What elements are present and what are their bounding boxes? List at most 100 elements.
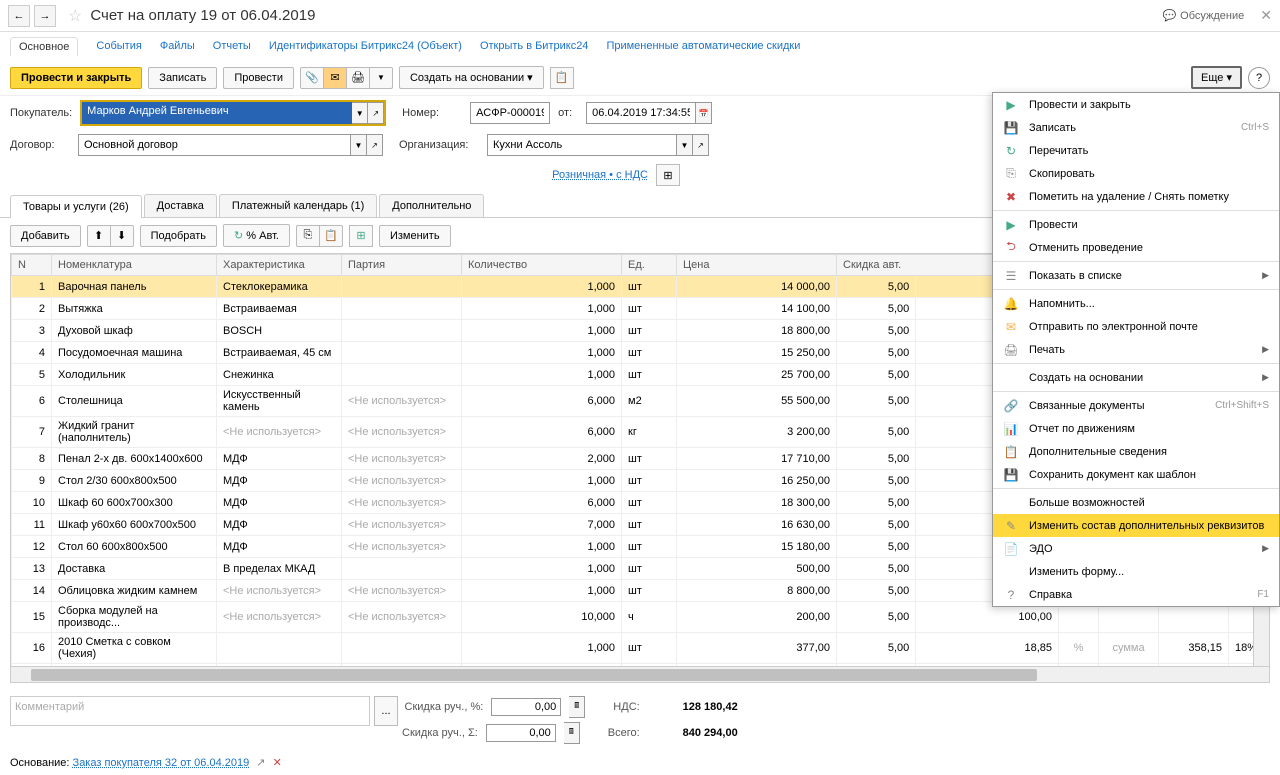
col-party[interactable]: Партия (342, 255, 462, 276)
date-picker-icon[interactable]: 📅 (696, 102, 712, 124)
col-nom[interactable]: Номенклатура (52, 255, 217, 276)
move-up-icon[interactable]: ⬆ (87, 225, 111, 247)
copy-icon[interactable]: ⎘ (296, 225, 320, 247)
menu-item[interactable]: Изменить форму... (993, 560, 1279, 583)
save-button[interactable]: Записать (148, 67, 217, 89)
help-button[interactable]: ? (1248, 67, 1270, 89)
hscrollbar[interactable] (11, 666, 1269, 682)
print-icon[interactable]: 🖨 (346, 67, 370, 89)
menu-item[interactable]: ⎘Скопировать (993, 162, 1279, 185)
org-dd[interactable]: ▼ (677, 134, 693, 156)
disc-sum-field[interactable] (486, 724, 556, 742)
org-open[interactable]: ↗ (693, 134, 709, 156)
disc-pct-label: Скидка руч., %: (405, 701, 484, 713)
contract-dd[interactable]: ▼ (351, 134, 367, 156)
link-files[interactable]: Файлы (160, 40, 195, 52)
move-down-icon[interactable]: ⬇ (110, 225, 134, 247)
tab-main[interactable]: Основное (10, 37, 78, 56)
disc-pct-field[interactable] (491, 698, 561, 716)
contract-field[interactable] (78, 134, 351, 156)
tab-goods[interactable]: Товары и услуги (26) (10, 195, 142, 218)
menu-item[interactable]: 📊Отчет по движениям (993, 417, 1279, 440)
post-close-button[interactable]: Провести и закрыть (10, 67, 142, 89)
discuss-label[interactable]: Обсуждение (1180, 10, 1244, 22)
menu-item[interactable]: ?СправкаF1 (993, 583, 1279, 606)
col-char[interactable]: Характеристика (217, 255, 342, 276)
comment-expand[interactable]: ... (374, 696, 398, 726)
menu-item[interactable]: ✉Отправить по электронной почте (993, 315, 1279, 338)
menu-item[interactable]: ☰Показать в списке▶ (993, 264, 1279, 287)
link-bitrix-open[interactable]: Открыть в Битрикс24 (480, 40, 589, 52)
disc-pct-calc[interactable]: 🖩 (569, 696, 585, 718)
buyer-dd[interactable]: ▼ (352, 102, 368, 124)
tab-delivery[interactable]: Доставка (144, 194, 217, 217)
menu-item[interactable]: 💾ЗаписатьCtrl+S (993, 116, 1279, 139)
tab-payment[interactable]: Платежный календарь (1) (219, 194, 377, 217)
menu-item[interactable]: 📄ЭДО▶ (993, 537, 1279, 560)
col-qty[interactable]: Количество (462, 255, 622, 276)
back-button[interactable]: ← (8, 5, 30, 27)
change-button[interactable]: Изменить (379, 225, 451, 247)
basis-open-icon[interactable]: ↗ (256, 757, 265, 769)
forward-button[interactable]: → (34, 5, 56, 27)
link-reports[interactable]: Отчеты (213, 40, 251, 52)
print-dd[interactable]: ▼ (369, 67, 393, 89)
menu-item[interactable]: 💾Сохранить документ как шаблон (993, 463, 1279, 486)
post-button[interactable]: Провести (223, 67, 294, 89)
disc-sum-calc[interactable]: 🖩 (564, 722, 580, 744)
buyer-open[interactable]: ↗ (368, 102, 384, 124)
menu-item[interactable]: ↻Перечитать (993, 139, 1279, 162)
link-events[interactable]: События (96, 40, 141, 52)
menu-item[interactable]: 📋Дополнительные сведения (993, 440, 1279, 463)
menu-item[interactable]: Создать на основании▶ (993, 366, 1279, 389)
menu-item[interactable]: ✖Пометить на удаление / Снять пометку (993, 185, 1279, 208)
menu-item[interactable]: ✎Изменить состав дополнительных реквизит… (993, 514, 1279, 537)
contract-open[interactable]: ↗ (367, 134, 383, 156)
close-icon[interactable]: ✕ (1260, 7, 1272, 24)
table-row[interactable]: 162010 Сметка с совком (Чехия)1,000шт377… (12, 633, 1269, 664)
comment-field[interactable]: Комментарий (10, 696, 370, 726)
template-icon[interactable]: 📋 (550, 67, 574, 89)
col-n[interactable]: N (12, 255, 52, 276)
discuss-icon[interactable]: 💬 (1162, 9, 1176, 22)
menu-item[interactable]: 🔗Связанные документыCtrl+Shift+S (993, 394, 1279, 417)
paste-icon[interactable]: 📋 (319, 225, 343, 247)
menu-item[interactable]: 🔔Напомнить... (993, 292, 1279, 315)
col-price[interactable]: Цена (677, 255, 837, 276)
org-field[interactable] (487, 134, 677, 156)
menu-item[interactable]: ▶Провести и закрыть (993, 93, 1279, 116)
mail-icon[interactable]: ✉ (323, 67, 347, 89)
basis-clear-icon[interactable]: ✕ (273, 757, 282, 769)
attach-icon[interactable]: 📎 (300, 67, 324, 89)
auto-disc-button[interactable]: ↻ % Авт. (223, 224, 290, 247)
menu-item[interactable]: ⮌Отменить проведение (993, 236, 1279, 259)
tab-extra[interactable]: Дополнительно (379, 194, 484, 217)
retail-link[interactable]: Розничная • с НДС (552, 169, 648, 181)
more-button[interactable]: Еще ▾ (1191, 66, 1242, 89)
buyer-field[interactable]: Марков Андрей Евгеньевич (82, 102, 352, 124)
number-field[interactable] (470, 102, 550, 124)
org-label: Организация: (399, 139, 479, 151)
link-auto-disc[interactable]: Примененные автоматические скидки (606, 40, 800, 52)
link-bitrix-id[interactable]: Идентификаторы Битрикс24 (Объект) (269, 40, 462, 52)
menu-item[interactable]: Больше возможностей (993, 491, 1279, 514)
basis-link[interactable]: Заказ покупателя 32 от 06.04.2019 (73, 757, 250, 769)
number-label: Номер: (402, 107, 462, 119)
date-field[interactable] (586, 102, 696, 124)
buyer-label: Покупатель: (10, 107, 72, 119)
add-button[interactable]: Добавить (10, 225, 81, 247)
menu-item[interactable]: ▶Провести (993, 213, 1279, 236)
more-menu: ▶Провести и закрыть💾ЗаписатьCtrl+S↻Переч… (992, 92, 1280, 607)
create-based-button[interactable]: Создать на основании ▾ (399, 66, 544, 89)
retail-settings-icon[interactable]: ⊞ (656, 164, 680, 186)
pick-button[interactable]: Подобрать (140, 225, 217, 247)
disc-sum-label: Скидка руч., Σ: (402, 727, 478, 739)
star-icon[interactable]: ☆ (68, 6, 82, 26)
grid-icon[interactable]: ⊞ (349, 225, 373, 247)
from-label: от: (558, 107, 578, 119)
page-title: Счет на оплату 19 от 06.04.2019 (90, 7, 315, 24)
col-unit[interactable]: Ед. (622, 255, 677, 276)
menu-item[interactable]: 🖨Печать▶ (993, 338, 1279, 361)
vat-value: 128 180,42 (648, 701, 738, 713)
total-value: 840 294,00 (648, 727, 738, 739)
